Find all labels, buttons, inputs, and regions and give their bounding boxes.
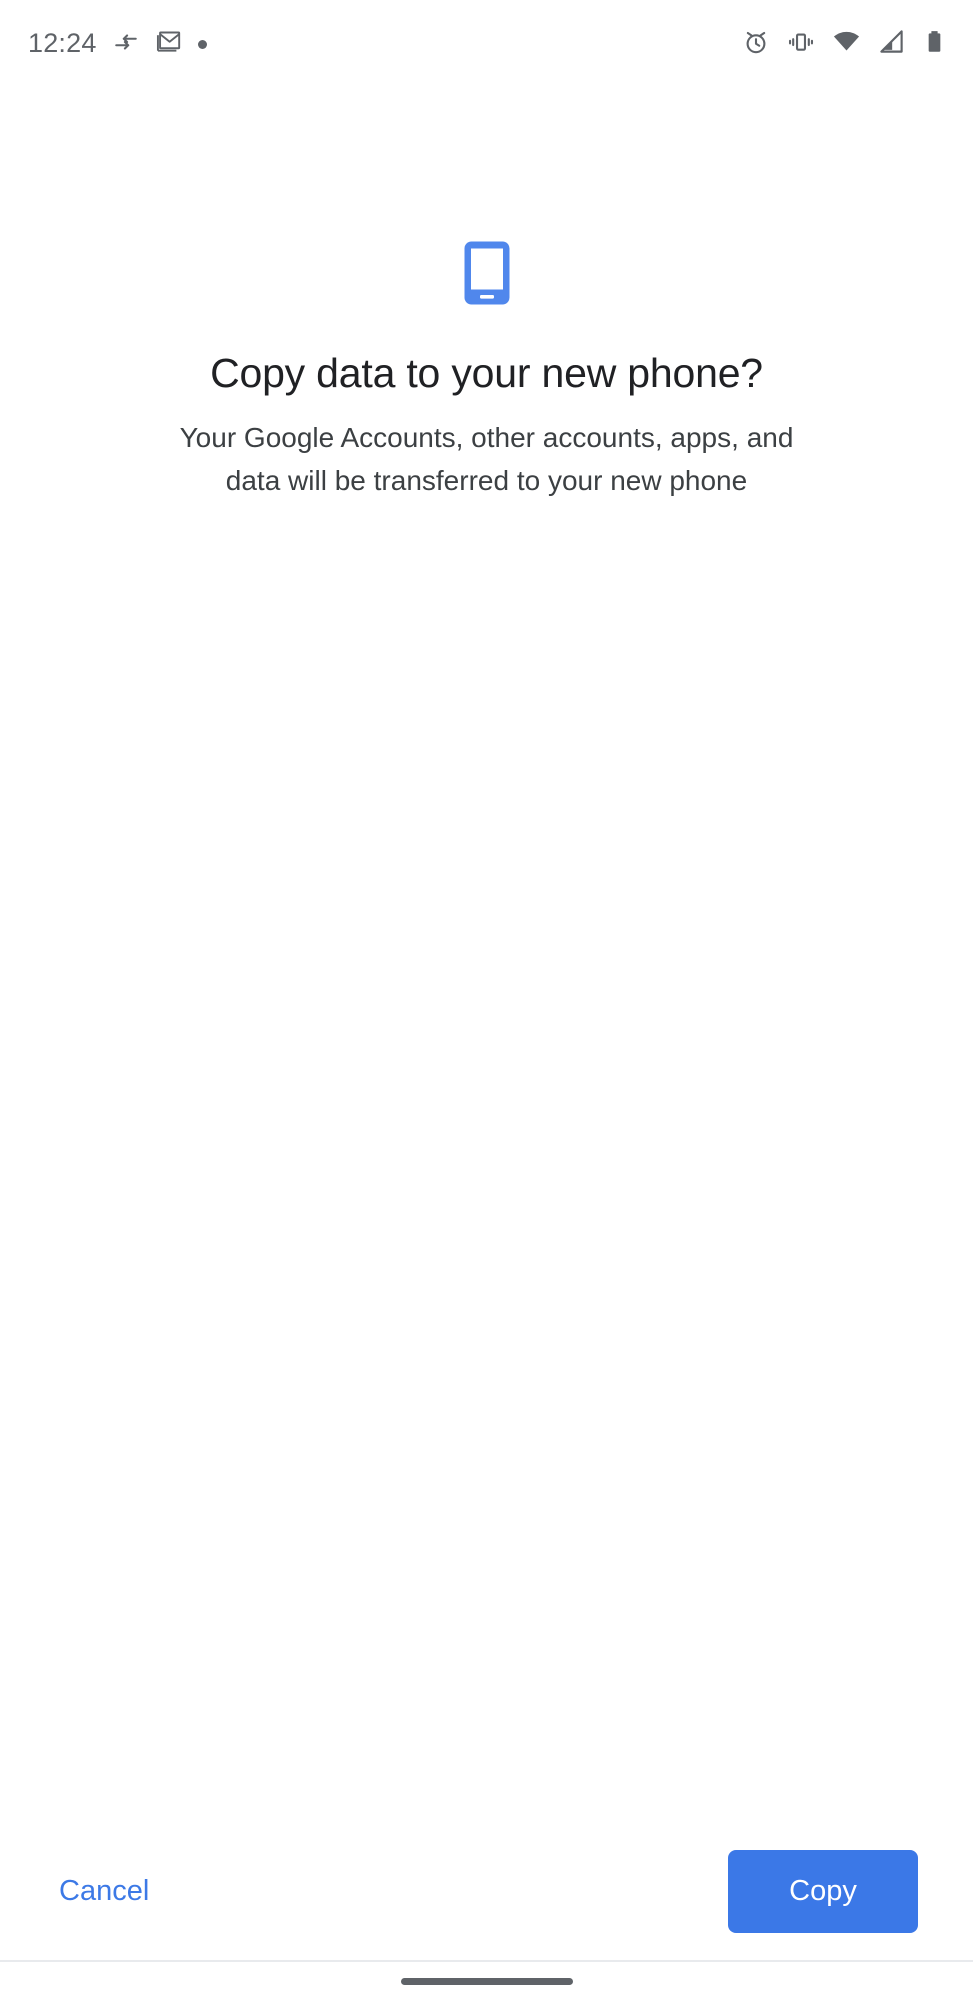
phone-screen: 12:24 Copy data to your new phone? Your … <box>0 0 973 1999</box>
data-transfer-icon <box>113 29 139 60</box>
copy-button[interactable]: Copy <box>728 1849 918 1933</box>
status-bar: 12:24 <box>0 0 973 88</box>
status-bar-clock: 12:24 <box>28 28 97 58</box>
page-subtitle: Your Google Accounts, other accounts, ap… <box>179 422 794 496</box>
phone-icon <box>463 240 511 306</box>
gmail-icon <box>155 28 182 60</box>
main-content: Copy data to your new phone? Your Google… <box>0 88 973 502</box>
action-bar: Cancel Copy <box>0 1821 973 1961</box>
notification-dot-icon <box>197 39 207 49</box>
battery-icon <box>922 28 947 60</box>
cancel-button[interactable]: Cancel <box>55 1867 153 1916</box>
alarm-icon <box>742 28 770 61</box>
gesture-navigation-bar[interactable] <box>400 1978 573 1985</box>
vibrate-icon <box>787 28 815 61</box>
navigation-divider <box>0 1960 973 1962</box>
status-bar-left: 12:24 <box>28 28 207 60</box>
status-bar-right <box>742 27 947 61</box>
wifi-icon <box>832 27 861 61</box>
page-title: Copy data to your new phone? <box>210 350 763 396</box>
cellular-signal-icon <box>878 28 905 60</box>
